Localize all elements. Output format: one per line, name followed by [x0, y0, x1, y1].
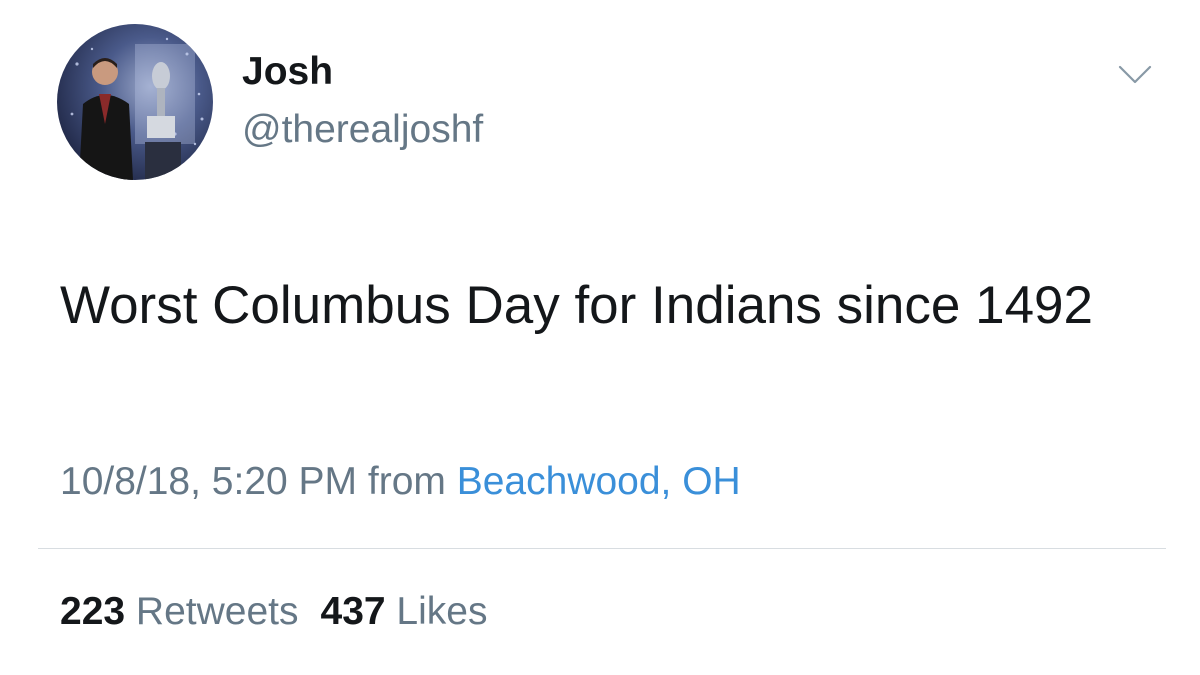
tweet-meta: 10/8/18, 5:20 PM from Beachwood, OH — [60, 462, 741, 501]
retweets-label: Retweets — [135, 590, 299, 633]
avatar[interactable] — [57, 24, 213, 180]
tweet-stats: 223 Retweets 437 Likes — [60, 592, 487, 631]
retweets-count: 223 — [60, 590, 126, 633]
likes-label: Likes — [396, 590, 488, 633]
divider — [38, 548, 1166, 549]
likes-count: 437 — [320, 590, 386, 633]
location-link[interactable]: Beachwood, OH — [457, 460, 741, 503]
retweets-stat[interactable]: 223 Retweets — [60, 590, 299, 633]
likes-stat[interactable]: 437 Likes — [321, 590, 488, 633]
from-label: from — [367, 460, 446, 503]
tweet-text: Worst Columbus Day for Indians since 149… — [60, 276, 1094, 335]
tweet-detail: Josh @therealjoshf Worst Columbus Day fo… — [0, 0, 1200, 675]
chevron-down-icon[interactable] — [1116, 62, 1154, 88]
user-handle[interactable]: @therealjoshf — [242, 110, 483, 149]
display-name[interactable]: Josh — [242, 52, 333, 91]
profile-photo-icon — [57, 24, 213, 180]
timestamp: 10/8/18, 5:20 PM — [60, 460, 358, 503]
